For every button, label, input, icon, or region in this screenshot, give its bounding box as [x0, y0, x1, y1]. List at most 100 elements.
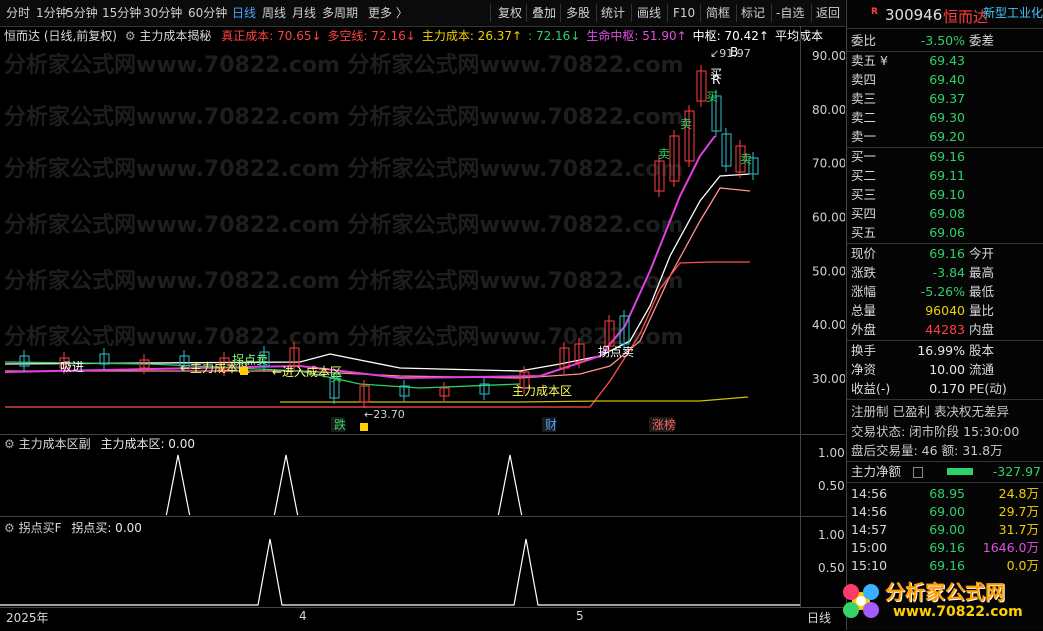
watermark-text: 分析家公式网www.70822.com 分析家公式网www.70822.com: [4, 52, 683, 78]
tick-volume: 31.7万: [998, 522, 1039, 537]
stat-row-label: 涨跌: [851, 265, 877, 280]
back-button[interactable]: 返回: [816, 4, 840, 22]
signal-spike-line: [0, 538, 800, 606]
time-axis-april: 4: [299, 609, 307, 623]
tick-price: 69.16: [929, 540, 965, 555]
kline-chart[interactable]: 分析家公式网www.70822.com 分析家公式网www.70822.com 分…: [0, 26, 845, 434]
quote-panel: R 300946 恒而达 新型工业化 委比 -3.50% 委差 注册制 已盈利 …: [846, 0, 1043, 630]
f10-button[interactable]: F10: [673, 4, 695, 22]
bid-row: 买一 69.16: [851, 148, 1041, 166]
net-value: -327.97: [992, 464, 1041, 479]
stat2-row-label2: 股本: [969, 343, 995, 358]
ask-row-value: 69.43: [929, 53, 965, 68]
bid-row: 买五 69.06: [851, 224, 1041, 242]
mark-button[interactable]: 标记: [741, 4, 765, 22]
ask-row-label: 卖四: [851, 72, 877, 87]
draw-line-button[interactable]: 画线: [637, 4, 661, 22]
period-tab-weekly[interactable]: 周线: [262, 4, 286, 22]
site-logo: 分析家公式网 www.70822.com: [835, 574, 1040, 628]
period-tab-more[interactable]: 更多 〉: [368, 4, 408, 22]
weibi-label: 委比: [851, 33, 877, 48]
signal-label: 卖: [740, 152, 752, 166]
bid-row-label: 买一: [851, 149, 877, 164]
signal-label: 卖: [680, 117, 692, 131]
signal-label: 吸进: [60, 360, 84, 374]
sub-axis-label: 0.50: [818, 479, 845, 493]
stat2-row: 换手 16.99% 股本: [851, 342, 1041, 360]
ask-row-value: 69.30: [929, 110, 965, 125]
sub-axis-label: 1.00: [818, 446, 845, 460]
period-toolbar: 分时 1分钟 5分钟 15分钟 30分钟 60分钟 日线 周线 月线 多周期 更…: [0, 0, 845, 27]
period-tab-30min[interactable]: 30分钟: [143, 4, 182, 22]
adjust-button[interactable]: 复权: [498, 4, 522, 22]
bid-row-label: 买二: [851, 168, 877, 183]
logo-text: 分析家公式网: [885, 580, 1005, 604]
period-tab-daily[interactable]: 日线: [232, 4, 256, 22]
bid-row: 买二 69.11: [851, 167, 1041, 185]
tick-price: 69.00: [929, 522, 965, 537]
tick-row: 15:00 69.16 1646.0万: [851, 539, 1041, 557]
ask-row-label: 卖五 ¥: [851, 53, 888, 68]
multi-stock-button[interactable]: 多股: [566, 4, 590, 22]
watermark-text: 分析家公式网www.70822.com 分析家公式网www.70822.com: [4, 324, 683, 350]
tick-volume: 29.7万: [998, 504, 1039, 519]
period-tab-5min[interactable]: 5分钟: [66, 4, 98, 22]
price-axis-label: 50.00: [812, 264, 845, 278]
sub1-chart[interactable]: 1.00 0.50: [0, 435, 845, 515]
price-axis-label: 30.00: [812, 372, 845, 386]
tick-volume: 1646.0万: [982, 540, 1039, 555]
event-badge: 跌: [334, 417, 346, 432]
stat2-row: 收益(-) 0.170 PE(动): [851, 380, 1041, 398]
list-icon[interactable]: [913, 467, 923, 478]
price-axis-label: 80.00: [812, 103, 845, 117]
watermark-text: 分析家公式网www.70822.com 分析家公式网www.70822.com: [4, 268, 683, 294]
low-price-label: ←23.70: [364, 408, 405, 421]
stats-button[interactable]: 统计: [601, 4, 625, 22]
stat-row: 总量 96040 量比: [851, 302, 1041, 320]
stat2-row-label2: 流通: [969, 362, 995, 377]
time-axis-may: 5: [576, 609, 584, 623]
reg-info: 注册制 已盈利 表决权无差异: [851, 404, 1009, 419]
ask-row: 卖三 69.37: [851, 90, 1041, 108]
sector-link[interactable]: 新型工业化: [983, 4, 1043, 21]
stat2-row-label2: PE(动): [969, 381, 1007, 396]
watermark-text: 分析家公式网www.70822.com 分析家公式网www.70822.com: [4, 156, 683, 182]
ask-row: 卖二 69.30: [851, 109, 1041, 127]
period-tab-fenshi[interactable]: 分时: [6, 4, 30, 22]
stat-row: 外盘 44283 内盘: [851, 321, 1041, 339]
price-axis-label: 40.00: [812, 318, 845, 332]
event-badge: 涨榜: [652, 417, 676, 432]
period-tab-60min[interactable]: 60分钟: [188, 4, 227, 22]
period-tab-1min[interactable]: 1分钟: [36, 4, 68, 22]
bid-row-label: 买四: [851, 206, 877, 221]
period-tab-monthly[interactable]: 月线: [292, 4, 316, 22]
bid-row-value: 69.16: [929, 149, 965, 164]
stat2-row: 净资 10.00 流通: [851, 361, 1041, 379]
tick-volume: 0.0万: [1006, 558, 1039, 573]
tick-row: 14:57 69.00 31.7万: [851, 521, 1041, 539]
simple-frame-button[interactable]: 简框: [706, 4, 730, 22]
bid-row-value: 69.06: [929, 225, 965, 240]
tick-row: 14:56 69.00 29.7万: [851, 503, 1041, 521]
stock-name: 恒而达: [943, 8, 989, 26]
signal-label: B: [730, 45, 738, 59]
overlay-button[interactable]: 叠加: [532, 4, 556, 22]
period-tab-multi[interactable]: 多周期: [322, 4, 358, 22]
signal-label: 卖: [330, 370, 342, 384]
signal-label: 主力成本区: [512, 384, 572, 398]
sub-axis-label: 0.50: [818, 561, 845, 575]
period-tab-15min[interactable]: 15分钟: [102, 4, 141, 22]
ask-row-label: 卖二: [851, 110, 877, 125]
stat-row-label: 外盘: [851, 322, 877, 337]
tick-row: 14:56 68.95 24.8万: [851, 485, 1041, 503]
stat-row-label2: 最低: [969, 284, 995, 299]
price-axis-label: 70.00: [812, 157, 845, 171]
sub2-chart[interactable]: 1.00 0.50: [0, 517, 845, 607]
watchlist-button[interactable]: -自选: [776, 4, 804, 22]
net-amount-row: 主力净额 -327.97: [851, 463, 1041, 481]
ask-row-label: 卖一: [851, 129, 877, 144]
tick-time: 15:10: [851, 558, 888, 573]
stat2-row-value: 0.170: [929, 381, 965, 396]
stat2-row-label: 收益(-): [851, 381, 891, 396]
period-switch-button[interactable]: 日线: [807, 609, 831, 626]
